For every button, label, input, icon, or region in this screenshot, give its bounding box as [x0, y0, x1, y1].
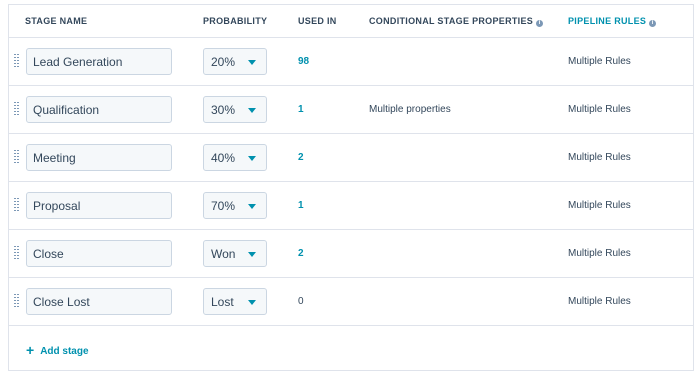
used-in-count: 0	[298, 296, 304, 307]
stage-name-input[interactable]	[26, 48, 172, 75]
header-pipeline-rules[interactable]: PIPELINE RULES i	[568, 16, 657, 27]
caret-down-icon	[248, 108, 256, 113]
header-conditional-label: CONDITIONAL STAGE PROPERTIES	[369, 16, 534, 26]
probability-value: Won	[211, 247, 236, 261]
used-in-count[interactable]: 2	[298, 248, 304, 259]
table-row: 30% 1 Multiple properties Multiple Rules	[9, 86, 693, 134]
probability-value: 40%	[211, 151, 236, 165]
caret-down-icon	[248, 252, 256, 257]
used-in-count[interactable]: 1	[298, 200, 304, 211]
probability-dropdown[interactable]: 20%	[203, 48, 267, 75]
table-row: 70% 1 Multiple Rules	[9, 182, 693, 230]
stage-name-input[interactable]	[26, 192, 172, 219]
stage-name-input[interactable]	[26, 240, 172, 267]
add-stage-button[interactable]: + Add stage	[26, 342, 89, 358]
header-stage-name: STAGE NAME	[25, 16, 88, 26]
stage-name-input[interactable]	[26, 96, 172, 123]
probability-value: 20%	[211, 55, 236, 69]
used-in-count[interactable]: 2	[298, 152, 304, 163]
drag-handle-icon[interactable]	[14, 246, 19, 261]
pipeline-stages-table: STAGE NAME PROBABILITY USED IN CONDITION…	[8, 4, 694, 371]
caret-down-icon	[248, 60, 256, 65]
table-row: Lost 0 Multiple Rules	[9, 278, 693, 326]
table-row: 20% 98 Multiple Rules	[9, 38, 693, 86]
header-probability: PROBABILITY	[203, 16, 268, 26]
drag-handle-icon[interactable]	[14, 294, 19, 309]
probability-dropdown[interactable]: Lost	[203, 288, 267, 315]
pipeline-rules-value: Multiple Rules	[568, 56, 631, 67]
drag-handle-icon[interactable]	[14, 102, 19, 117]
pipeline-rules-value: Multiple Rules	[568, 152, 631, 163]
info-icon[interactable]: i	[536, 20, 544, 27]
caret-down-icon	[248, 204, 256, 209]
probability-dropdown[interactable]: 70%	[203, 192, 267, 219]
caret-down-icon	[248, 300, 256, 305]
info-icon[interactable]: i	[649, 20, 657, 27]
drag-handle-icon[interactable]	[14, 150, 19, 165]
add-stage-label: Add stage	[40, 346, 89, 357]
probability-dropdown[interactable]: 30%	[203, 96, 267, 123]
table-row: 40% 2 Multiple Rules	[9, 134, 693, 182]
table-header: STAGE NAME PROBABILITY USED IN CONDITION…	[9, 5, 693, 38]
probability-value: Lost	[211, 295, 234, 309]
drag-handle-icon[interactable]	[14, 198, 19, 213]
header-used-in: USED IN	[298, 16, 337, 26]
used-in-count[interactable]: 98	[298, 56, 309, 67]
caret-down-icon	[248, 156, 256, 161]
pipeline-rules-value: Multiple Rules	[568, 200, 631, 211]
drag-handle-icon[interactable]	[14, 54, 19, 69]
plus-icon: +	[26, 342, 35, 358]
used-in-count[interactable]: 1	[298, 104, 304, 115]
table-row: Won 2 Multiple Rules	[9, 230, 693, 278]
probability-dropdown[interactable]: Won	[203, 240, 267, 267]
probability-value: 30%	[211, 103, 236, 117]
probability-value: 70%	[211, 199, 236, 213]
stage-name-input[interactable]	[26, 288, 172, 315]
pipeline-rules-value: Multiple Rules	[568, 104, 631, 115]
pipeline-rules-value: Multiple Rules	[568, 248, 631, 259]
header-pipeline-rules-label[interactable]: PIPELINE RULES	[568, 16, 646, 26]
probability-dropdown[interactable]: 40%	[203, 144, 267, 171]
conditional-properties: Multiple properties	[369, 104, 451, 115]
pipeline-rules-value: Multiple Rules	[568, 296, 631, 307]
header-conditional-properties: CONDITIONAL STAGE PROPERTIES i	[369, 16, 544, 27]
stage-name-input[interactable]	[26, 144, 172, 171]
